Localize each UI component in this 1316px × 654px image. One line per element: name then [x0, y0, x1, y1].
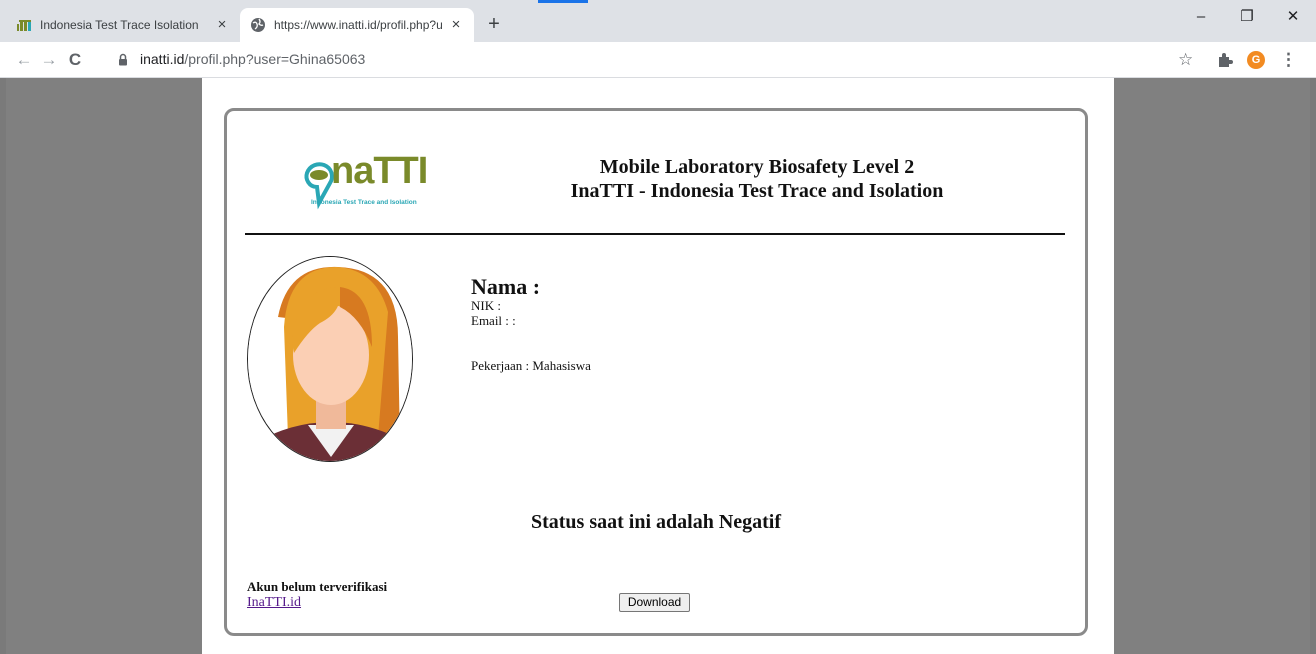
browser-tab-strip: Indonesia Test Trace Isolation × https:/…: [0, 0, 1316, 42]
tab-title: https://www.inatti.id/profil.php?u: [274, 18, 442, 32]
reload-icon[interactable]: C: [63, 48, 87, 72]
download-button[interactable]: Download: [619, 593, 690, 612]
tab-close-icon[interactable]: ×: [448, 17, 464, 33]
nama-label: Nama :: [471, 274, 541, 299]
inatti-favicon-icon: [17, 20, 31, 31]
window-restore-button[interactable]: ❐: [1224, 0, 1270, 34]
status-message: Status saat ini adalah Negatif: [530, 511, 782, 533]
url-path: /profil.php?user=Ghina65063: [184, 51, 366, 67]
star-icon[interactable]: ☆: [1178, 48, 1193, 72]
page-heading: Mobile Laboratory Biosafety Level 2 InaT…: [517, 155, 997, 203]
globe-icon: [251, 18, 265, 32]
nik-label: NIK :: [471, 298, 501, 313]
loading-indicator: [538, 0, 588, 3]
email-label: Email : :: [471, 313, 516, 328]
address-bar[interactable]: inatti.id/profil.php?user=Ghina65063: [140, 51, 365, 67]
avatar-illustration: [248, 257, 412, 461]
window-close-button[interactable]: ✕: [1270, 0, 1316, 34]
pekerjaan-value: Pekerjaan : Mahasiswa: [471, 358, 591, 373]
new-tab-button[interactable]: +: [482, 13, 506, 37]
profile-photo: [247, 256, 413, 462]
forward-arrow-icon[interactable]: →: [37, 48, 61, 72]
browser-toolbar: ← → C inatti.id/profil.php?user=Ghina650…: [0, 42, 1316, 78]
logo-subtitle: Indonesia Test Trace and Isolation: [311, 199, 417, 206]
page-background: naTTI Indonesia Test Trace and Isolation…: [6, 78, 1310, 654]
tab-inatti-profil[interactable]: https://www.inatti.id/profil.php?u ×: [240, 8, 474, 42]
heading-line-2: InaTTI - Indonesia Test Trace and Isolat…: [570, 180, 944, 202]
puzzle-extension-icon[interactable]: [1215, 50, 1235, 70]
inatti-link[interactable]: InaTTI.id: [247, 595, 301, 611]
page-viewport: naTTI Indonesia Test Trace and Isolation…: [0, 78, 1316, 654]
header-divider: [245, 233, 1065, 235]
page-paper: naTTI Indonesia Test Trace and Isolation…: [202, 78, 1114, 654]
profile-info: Nama : NIK : Email : : Pekerjaan : Mahas…: [471, 274, 591, 374]
window-minimize-button[interactable]: –: [1178, 0, 1224, 34]
tab-close-icon[interactable]: ×: [214, 17, 230, 33]
profile-card: naTTI Indonesia Test Trace and Isolation…: [224, 108, 1088, 636]
tab-indonesia-test-trace-isolation[interactable]: Indonesia Test Trace Isolation ×: [6, 8, 240, 42]
tab-title: Indonesia Test Trace Isolation: [40, 18, 199, 32]
profile-avatar[interactable]: G: [1247, 51, 1265, 69]
heading-line-1: Mobile Laboratory Biosafety Level 2: [599, 156, 915, 178]
more-menu-icon[interactable]: ⋮: [1280, 48, 1297, 72]
back-arrow-icon[interactable]: ←: [12, 48, 36, 72]
url-domain: inatti.id: [140, 51, 185, 67]
verification-status: Akun belum terverifikasi: [247, 579, 388, 594]
lock-icon[interactable]: [118, 53, 128, 66]
logo-wordmark: naTTI: [331, 150, 428, 192]
